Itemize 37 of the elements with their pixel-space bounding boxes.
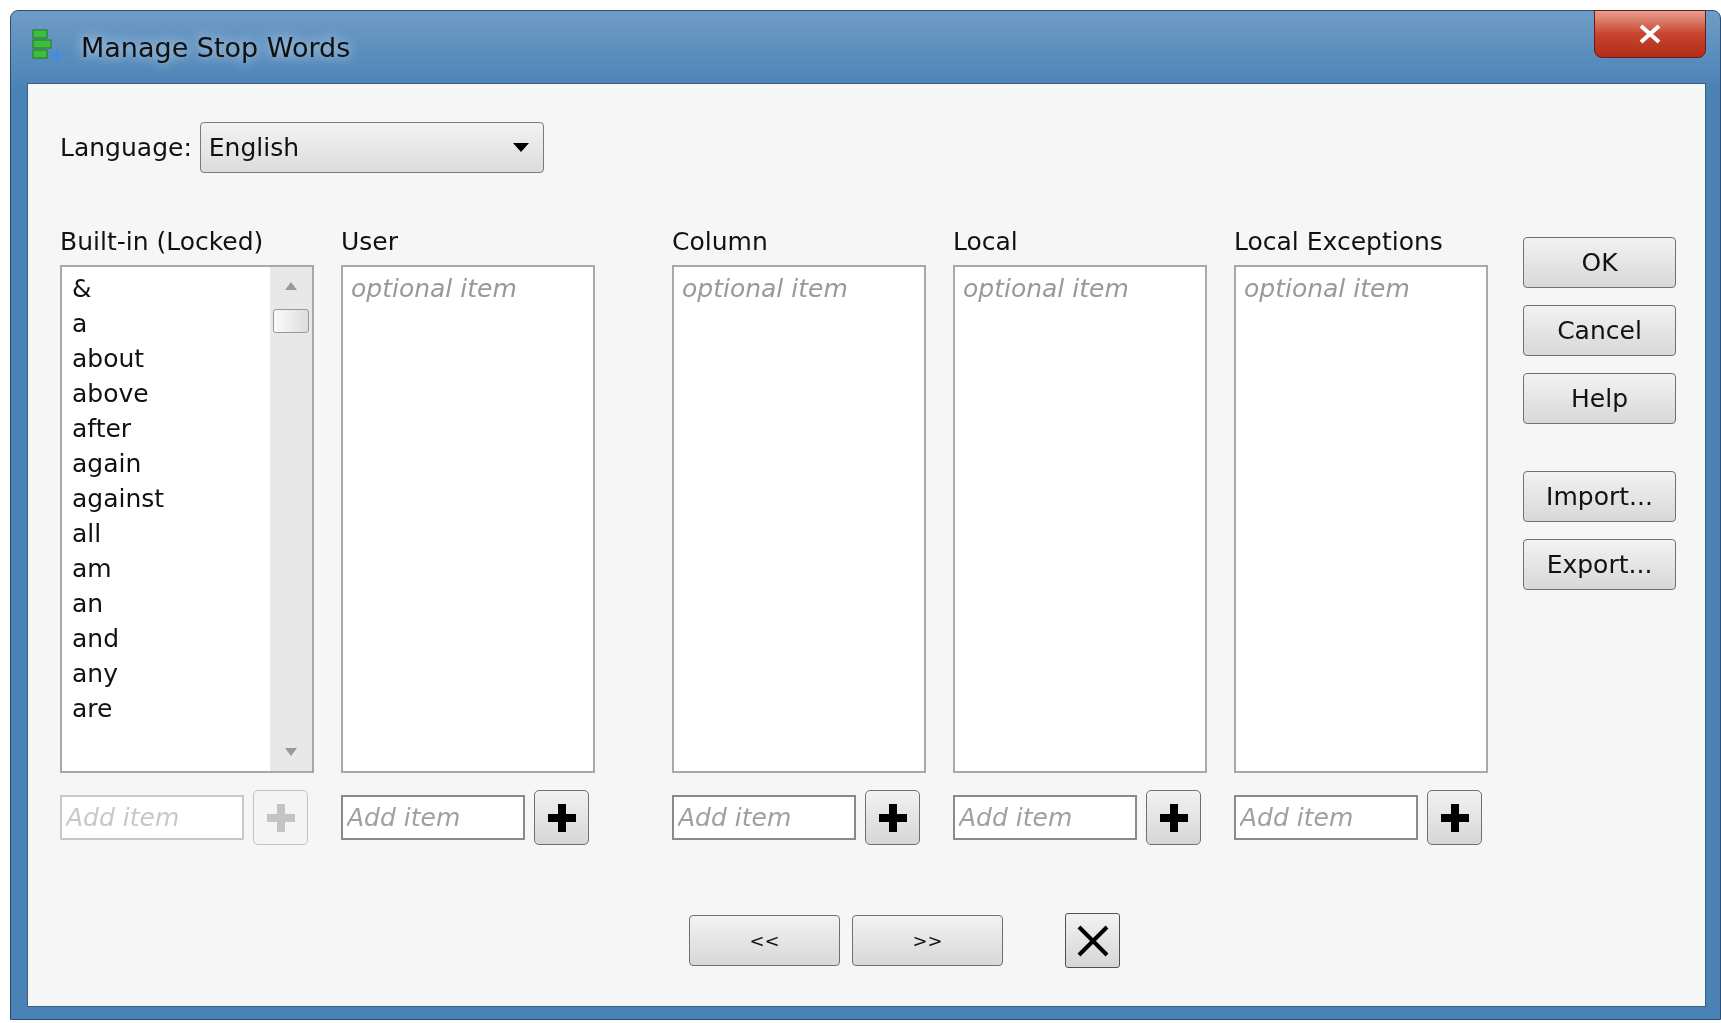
dropdown-arrow-icon	[512, 142, 529, 153]
add-button[interactable]	[1146, 790, 1201, 845]
plus-icon	[266, 803, 295, 832]
list-field[interactable]: optional item	[672, 265, 926, 773]
add-button[interactable]	[865, 790, 920, 845]
plus-icon	[878, 803, 907, 832]
list-title: Local Exceptions	[1234, 227, 1444, 258]
list-title: Local	[953, 227, 1019, 258]
list-field[interactable]: optional item	[1234, 265, 1488, 773]
scroll-up-icon	[284, 281, 298, 291]
move-button[interactable]: <<	[689, 915, 840, 966]
dialog-button[interactable]: Cancel	[1523, 305, 1676, 356]
scroll-down-icon	[284, 747, 298, 757]
list-field[interactable]: optional item	[341, 265, 595, 773]
close-button[interactable]	[1594, 10, 1706, 58]
add-button[interactable]	[1427, 790, 1482, 845]
clear-button[interactable]	[1065, 913, 1120, 968]
dialog-button[interactable]: OK	[1523, 237, 1676, 288]
list-title: Built-in (Locked)	[60, 227, 265, 258]
dialog-button[interactable]: Export...	[1523, 539, 1676, 590]
dialog-button[interactable]: Help	[1523, 373, 1676, 424]
plus-icon	[1159, 803, 1188, 832]
plus-icon	[547, 803, 576, 832]
list-field[interactable]: optional item	[953, 265, 1207, 773]
language-label: Language:	[60, 133, 192, 162]
language-dropdown[interactable]: English	[199, 122, 544, 173]
list-title: User	[341, 227, 399, 258]
scrollbar[interactable]	[270, 267, 312, 771]
add-button[interactable]	[534, 790, 589, 845]
dialog-button[interactable]: Import...	[1523, 471, 1676, 522]
x-icon	[1075, 923, 1110, 958]
scroll-thumb[interactable]	[273, 309, 309, 333]
plus-icon	[1440, 803, 1469, 832]
move-button[interactable]: >>	[852, 915, 1003, 966]
close-icon	[1638, 24, 1662, 44]
list-title: Column	[672, 227, 769, 258]
window-title: Manage Stop Words	[81, 31, 352, 63]
